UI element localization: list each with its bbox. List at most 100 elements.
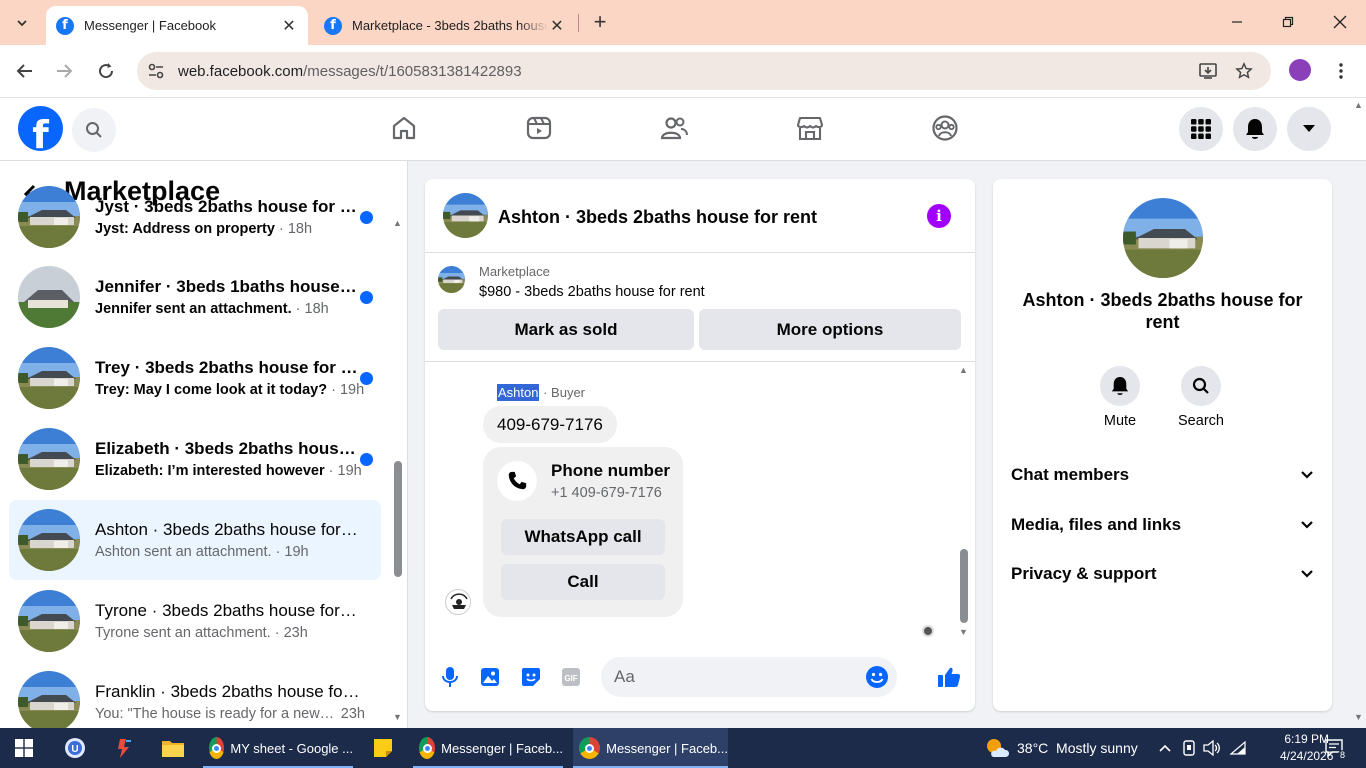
scroll-up-arrow-icon[interactable]: ▲ [1354, 100, 1363, 110]
new-tab-button[interactable]: + [588, 9, 612, 34]
conversation-item[interactable]: Tyrone · 3beds 2baths house for rent Tyr… [9, 581, 381, 661]
conversation-info-icon[interactable]: i [927, 204, 951, 228]
conversation-item-active[interactable]: Ashton · 3beds 2baths house for rent Ash… [9, 500, 381, 580]
privacy-support-section[interactable]: Privacy & support [1011, 554, 1313, 594]
volume-icon[interactable] [1202, 738, 1222, 758]
scroll-down-arrow-icon[interactable]: ▼ [393, 712, 402, 722]
taskbar-app-messenger-1[interactable]: Messenger | Faceb... [413, 728, 563, 768]
media-files-links-section[interactable]: Media, files and links [1011, 505, 1313, 545]
thumbs-up-icon[interactable] [937, 665, 961, 689]
browser-toolbar: web.facebook.com/messages/t/160583138142… [0, 45, 1366, 98]
close-tab-icon[interactable]: ✕ [280, 17, 298, 35]
conversation-item[interactable]: Franklin · 3beds 2baths house for rent Y… [9, 662, 381, 728]
chat-scroll-thumb[interactable] [960, 549, 968, 623]
restore-icon [1282, 16, 1294, 28]
taskbar-app-messenger-2[interactable]: Messenger | Faceb... [573, 728, 728, 768]
show-hidden-icons[interactable] [1155, 738, 1175, 758]
conversation-name: Tyrone · 3beds 2baths house for rent [95, 601, 360, 620]
search-action[interactable]: Search [1171, 366, 1231, 429]
chat-members-section[interactable]: Chat members [1011, 455, 1313, 495]
windows-start-icon[interactable] [10, 734, 38, 762]
notifications-button[interactable] [1233, 107, 1277, 151]
weather-widget[interactable]: 38°C Mostly sunny [985, 728, 1138, 768]
mute-label: Mute [1103, 413, 1137, 429]
page-scrollbar[interactable]: ▲ ▼ [1352, 98, 1366, 728]
sticky-notes-icon[interactable] [369, 734, 397, 762]
sidebar-scroll-thumb[interactable] [394, 461, 402, 577]
conversation-item[interactable]: Trey · 3beds 2baths house for rent Trey:… [9, 338, 381, 418]
message-bubble[interactable]: 409-679-7176 [483, 406, 617, 443]
close-window-button[interactable] [1325, 8, 1355, 36]
close-icon [1333, 15, 1347, 29]
device-icon[interactable] [1179, 738, 1199, 758]
listing-title[interactable]: $980 - 3beds 2baths house for rent [479, 284, 705, 300]
whatsapp-call-button[interactable]: WhatsApp call [501, 519, 665, 555]
conversation-item[interactable]: Jyst · 3beds 2baths house for rent Jyst:… [9, 177, 381, 257]
conversation-item[interactable]: Elizabeth · 3beds 2baths house for rent … [9, 419, 381, 499]
security-shield-icon[interactable]: U [61, 734, 89, 762]
minimize-button[interactable] [1222, 8, 1252, 36]
browser-profile-avatar[interactable] [1289, 59, 1311, 81]
mute-action[interactable]: Mute [1090, 366, 1150, 429]
microphone-icon[interactable] [438, 665, 462, 689]
scroll-down-arrow-icon[interactable]: ▼ [1354, 712, 1363, 722]
scroll-up-arrow-icon[interactable]: ▲ [393, 218, 402, 228]
message-input[interactable] [614, 657, 864, 697]
preview-text: Elizabeth: I’m interested however [95, 463, 325, 479]
facebook-logo-icon[interactable]: f [18, 106, 63, 151]
chat-avatar[interactable] [443, 193, 488, 238]
scroll-up-arrow-icon[interactable]: ▲ [959, 365, 968, 375]
browser-tab-marketplace[interactable]: f Marketplace - 3beds 2baths house ✕ [314, 6, 576, 45]
forward-button[interactable] [49, 56, 79, 86]
menu-grid-button[interactable] [1179, 107, 1223, 151]
preview-text: Trey: May I come look at it today? [95, 382, 328, 398]
tab-search-button[interactable] [8, 9, 36, 37]
preview-time: 23h [340, 706, 365, 722]
taskbar-app-sheets[interactable]: MY sheet - Google ... [203, 728, 353, 768]
divider [425, 252, 975, 253]
site-settings-icon[interactable] [147, 62, 165, 80]
mark-as-sold-button[interactable]: Mark as sold [438, 309, 694, 350]
close-tab-icon[interactable]: ✕ [548, 17, 566, 35]
url-text[interactable]: web.facebook.com/messages/t/160583138142… [178, 63, 522, 80]
preview-time: 19h [284, 544, 309, 560]
listing-thumbnail[interactable] [438, 266, 465, 293]
home-nav-icon[interactable] [388, 112, 420, 144]
photo-icon[interactable] [478, 665, 502, 689]
browser-menu-icon[interactable] [1331, 60, 1351, 82]
more-options-button[interactable]: More options [699, 309, 961, 350]
profile-avatar[interactable] [1123, 198, 1203, 278]
card-title: Phone number [551, 461, 671, 480]
tab-title: Messenger | Facebook [84, 18, 216, 33]
conversation-item[interactable]: Jennifer · 3beds 1baths house for rent J… [9, 257, 381, 337]
chat-title[interactable]: Ashton · 3beds 2baths house for rent [498, 207, 817, 228]
file-explorer-icon[interactable] [159, 734, 187, 762]
bookmark-star-icon[interactable] [1234, 61, 1254, 81]
preview-time: 19h [337, 463, 362, 479]
video-nav-icon[interactable] [523, 112, 555, 144]
sender-avatar[interactable] [445, 589, 471, 615]
reload-button[interactable] [91, 56, 121, 86]
app-tool-icon[interactable] [110, 734, 138, 762]
address-bar[interactable]: web.facebook.com/messages/t/160583138142… [137, 52, 1271, 90]
sticker-icon[interactable] [519, 665, 543, 689]
browser-tab-messenger[interactable]: f Messenger | Facebook ✕ [46, 6, 308, 45]
arrow-left-icon [16, 64, 32, 78]
groups-nav-icon[interactable] [929, 112, 961, 144]
gif-icon[interactable]: GIF [559, 665, 583, 689]
back-button[interactable] [10, 56, 40, 86]
scroll-down-arrow-icon[interactable]: ▼ [959, 627, 968, 637]
marketplace-nav-icon[interactable] [794, 112, 826, 144]
conversation-avatar [18, 509, 80, 571]
network-icon[interactable] [1228, 738, 1248, 758]
chrome-icon [209, 737, 225, 759]
install-app-icon[interactable] [1198, 61, 1218, 81]
notification-center-icon[interactable]: 8 [1324, 738, 1347, 760]
restore-button[interactable] [1273, 8, 1303, 36]
bell-icon [1246, 119, 1264, 139]
facebook-search-button[interactable] [72, 108, 116, 152]
friends-nav-icon[interactable] [658, 112, 690, 144]
emoji-icon[interactable] [865, 665, 889, 689]
call-button[interactable]: Call [501, 564, 665, 600]
account-menu-button[interactable] [1287, 107, 1331, 151]
